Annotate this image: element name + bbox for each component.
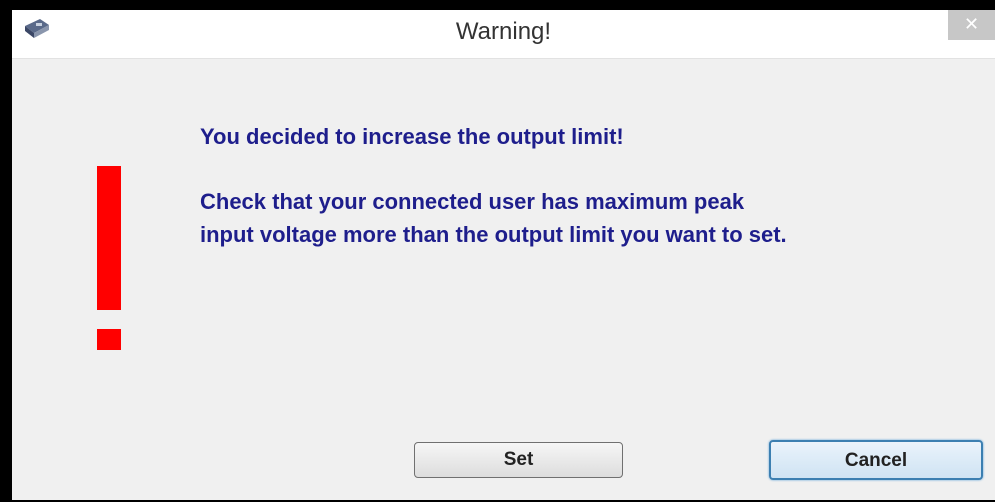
- warning-message-heading: You decided to increase the output limit…: [200, 124, 624, 149]
- warning-message-line: input voltage more than the output limit…: [200, 222, 787, 247]
- warning-message-line: Check that your connected user has maxim…: [200, 189, 745, 214]
- warning-dialog: Warning! ✕ You decided to increase the o…: [12, 10, 995, 500]
- close-icon: ✕: [963, 14, 980, 34]
- cancel-button[interactable]: Cancel: [769, 440, 983, 480]
- title-bar[interactable]: Warning! ✕: [12, 10, 995, 59]
- set-button[interactable]: Set: [414, 442, 623, 478]
- exclamation-warning-icon: [94, 166, 124, 350]
- close-button[interactable]: ✕: [948, 10, 995, 40]
- dialog-title: Warning!: [455, 18, 552, 45]
- warning-message-body: Check that your connected user has maxim…: [200, 185, 787, 251]
